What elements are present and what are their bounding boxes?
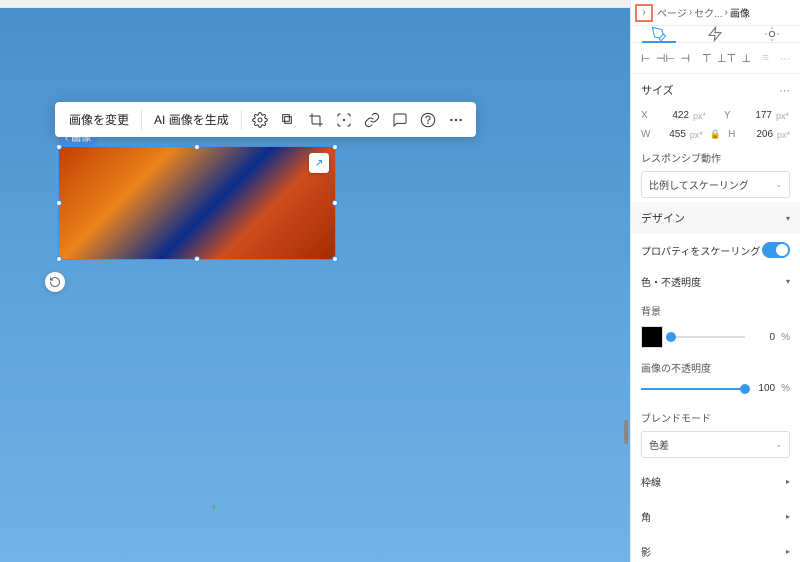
blend-mode-dropdown[interactable]: 色差⌄ — [641, 431, 790, 458]
scale-properties-row: プロパティをスケーリング — [631, 234, 800, 266]
image-opacity-row: 100 % — [631, 377, 800, 400]
expand-icon[interactable] — [309, 153, 329, 173]
chevron-right-icon: ▸ — [786, 477, 790, 486]
y-label: Y — [724, 110, 738, 121]
rotate-icon[interactable] — [45, 272, 65, 292]
color-opacity-row[interactable]: 色・不透明度▾ — [631, 266, 800, 297]
resize-handle[interactable] — [194, 144, 200, 150]
resize-handle[interactable] — [56, 256, 62, 262]
align-bottom-icon[interactable]: ⊥ — [738, 49, 756, 67]
align-center-h-icon[interactable]: ⊣⊢ — [657, 49, 675, 67]
collapse-panel-button[interactable]: › — [635, 4, 653, 22]
size-section-title: サイズ⋯ — [631, 74, 800, 106]
crop-icon[interactable] — [304, 108, 328, 132]
w-input[interactable]: 455 — [658, 129, 686, 140]
h-label: H — [728, 129, 741, 140]
chevron-right-icon: ▸ — [786, 547, 790, 556]
canvas-area[interactable]: 画像を変更 AI 画像を生成 ‹ 画像 + — [0, 0, 630, 562]
settings-icon[interactable] — [248, 108, 272, 132]
tab-inspect[interactable] — [744, 26, 800, 42]
chevron-down-icon: ▾ — [786, 214, 790, 223]
inspector-tabs — [631, 26, 800, 43]
distribute-icon[interactable]: ≡ — [757, 49, 775, 67]
guide-marker: + — [210, 500, 217, 514]
background-row: 0 % — [631, 320, 800, 354]
background-value[interactable]: 0 — [751, 332, 775, 343]
x-input[interactable]: 422 — [659, 110, 689, 121]
divider — [141, 110, 142, 130]
ai-generate-button[interactable]: AI 画像を生成 — [148, 107, 235, 132]
layers-icon[interactable] — [276, 108, 300, 132]
breadcrumb-row: › ページ›セク...›画像 — [631, 0, 800, 26]
opacity-slider[interactable] — [641, 388, 745, 390]
help-icon[interactable] — [416, 108, 440, 132]
resize-handle[interactable] — [194, 256, 200, 262]
align-center-v-icon[interactable]: ⊥⊤ — [718, 49, 736, 67]
divider — [241, 110, 242, 130]
dimensions-row: W 455 px* 🔒 H 206 px* — [631, 125, 800, 144]
panel-drag-handle[interactable] — [624, 420, 628, 444]
align-top-icon[interactable]: ⊤ — [698, 49, 716, 67]
size-more-icon[interactable]: ⋯ — [779, 84, 790, 97]
inspector-panel: › ページ›セク...›画像 ⊢ ⊣⊢ ⊣ ⊤ ⊥⊤ ⊥ ≡ ⋯ サイズ⋯ X … — [630, 0, 800, 562]
resize-handle[interactable] — [56, 200, 62, 206]
resize-handle[interactable] — [332, 256, 338, 262]
lock-aspect-icon[interactable]: 🔒 — [707, 129, 724, 140]
scale-properties-label: プロパティをスケーリング — [641, 243, 760, 258]
link-icon[interactable] — [360, 108, 384, 132]
image-content — [59, 147, 335, 259]
x-label: X — [641, 110, 655, 121]
comment-icon[interactable] — [388, 108, 412, 132]
w-label: W — [641, 129, 654, 140]
chevron-down-icon: ⌄ — [775, 180, 782, 189]
resize-handle[interactable] — [56, 144, 62, 150]
tab-interactions[interactable] — [687, 26, 743, 42]
h-input[interactable]: 206 — [745, 129, 773, 140]
floating-toolbar: 画像を変更 AI 画像を生成 — [55, 102, 476, 137]
responsive-dropdown[interactable]: 比例してスケーリング⌄ — [641, 171, 790, 198]
align-left-icon[interactable]: ⊢ — [637, 49, 655, 67]
blend-mode-label: ブレンドモード — [631, 404, 800, 427]
border-row[interactable]: 枠線▸ — [631, 466, 800, 497]
more-align-icon[interactable]: ⋯ — [777, 49, 795, 67]
focus-icon[interactable] — [332, 108, 356, 132]
design-section-title[interactable]: デザイン▾ — [631, 202, 800, 234]
canvas-top-bar — [0, 0, 630, 8]
change-image-button[interactable]: 画像を変更 — [63, 107, 135, 132]
corner-row[interactable]: 角▸ — [631, 501, 800, 532]
shadow-row[interactable]: 影▸ — [631, 536, 800, 562]
resize-handle[interactable] — [332, 144, 338, 150]
background-label: 背景 — [631, 297, 800, 320]
y-input[interactable]: 177 — [742, 110, 772, 121]
image-opacity-label: 画像の不透明度 — [631, 354, 800, 377]
canvas-background[interactable] — [0, 8, 630, 562]
align-row: ⊢ ⊣⊢ ⊣ ⊤ ⊥⊤ ⊥ ≡ ⋯ — [631, 43, 800, 74]
chevron-down-icon: ▾ — [786, 277, 790, 286]
background-color-swatch[interactable] — [641, 326, 663, 348]
align-right-icon[interactable]: ⊣ — [677, 49, 695, 67]
chevron-down-icon: ⌄ — [775, 440, 782, 449]
position-row: X 422 px* Y 177 px* — [631, 106, 800, 125]
resize-handle[interactable] — [332, 200, 338, 206]
opacity-value[interactable]: 100 — [751, 383, 775, 394]
more-icon[interactable] — [444, 108, 468, 132]
responsive-label: レスポンシブ動作 — [631, 144, 800, 167]
background-slider[interactable] — [671, 336, 745, 338]
selected-image[interactable]: ‹ 画像 — [58, 146, 336, 260]
tab-design[interactable] — [631, 26, 687, 42]
chevron-right-icon: ▸ — [786, 512, 790, 521]
breadcrumb[interactable]: ページ›セク...›画像 — [657, 5, 794, 20]
scale-properties-toggle[interactable] — [762, 242, 790, 258]
